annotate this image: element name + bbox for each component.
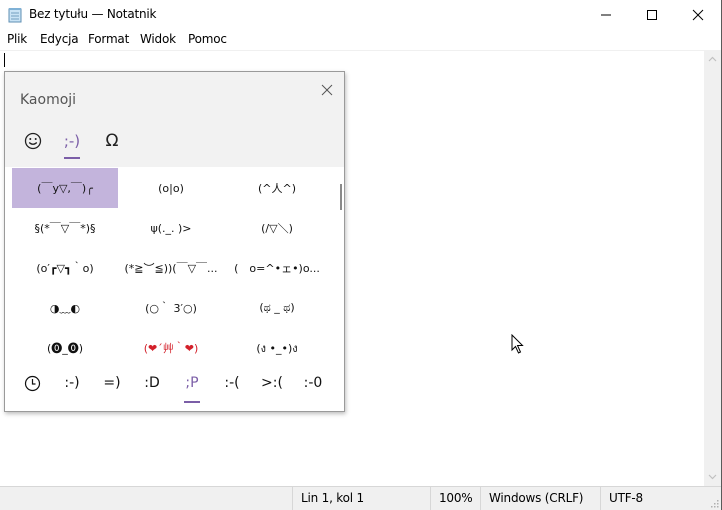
panel-close-button[interactable]: [317, 80, 337, 100]
subtab-surprised[interactable]: :-0: [295, 372, 331, 394]
kaomoji-item[interactable]: (⓿_⓿): [12, 328, 118, 368]
kaomoji-subcategory-bar: :-) =) :D ;P :-( >:( :-0: [5, 367, 344, 411]
tab-emoji[interactable]: [21, 128, 45, 158]
kaomoji-item[interactable]: (❤´艸｀❤): [118, 328, 224, 368]
kaomoji-item[interactable]: (*≧︶≦))(￣▽￣...: [118, 248, 224, 288]
maximize-button[interactable]: [629, 0, 675, 30]
kaomoji-item[interactable]: (○｀ 3′○): [118, 288, 224, 328]
menu-bar: Plik Edycja Format Widok Pomoc: [0, 30, 721, 50]
tab-symbols[interactable]: Ω: [100, 128, 124, 158]
notepad-app-icon: [8, 8, 22, 23]
smiley-icon: [24, 132, 42, 150]
menu-edit[interactable]: Edycja: [40, 32, 79, 46]
subtab-sad[interactable]: :-(: [214, 372, 250, 394]
subtab-recent[interactable]: [14, 372, 50, 394]
status-zoom: 100%: [430, 487, 480, 510]
mouse-pointer-icon: [511, 334, 524, 354]
panel-title: Kaomoji: [20, 92, 77, 108]
kaomoji-item[interactable]: (￣y▽,￣)╭: [12, 168, 118, 208]
scroll-up-icon[interactable]: [708, 56, 717, 62]
clock-icon: [24, 375, 40, 392]
status-line-ending: Windows (CRLF): [480, 487, 600, 510]
title-bar: Bez tytułu — Notatnik: [0, 0, 721, 30]
text-caret: [4, 53, 5, 67]
status-encoding: UTF-8: [600, 487, 704, 510]
kaomoji-item[interactable]: (o|o): [118, 168, 224, 208]
menu-view[interactable]: Widok: [140, 32, 176, 46]
tab-kaomoji[interactable]: ;-): [59, 128, 85, 158]
minimize-button[interactable]: [583, 0, 629, 30]
subtab-happy[interactable]: :-): [54, 372, 90, 394]
subtab-angry[interactable]: >:(: [254, 372, 290, 394]
menu-format[interactable]: Format: [88, 32, 129, 46]
subtab-wink-indicator: [184, 401, 200, 403]
kaomoji-item[interactable]: (o′┏▽┓｀o): [12, 248, 118, 288]
kaomoji-item[interactable]: (^人^): [224, 168, 330, 208]
subtab-laughing[interactable]: :D: [134, 372, 170, 394]
subtab-wink[interactable]: ;P: [174, 372, 210, 394]
tab-kaomoji-indicator: [64, 157, 80, 159]
minimize-icon: [601, 14, 611, 16]
kaomoji-grid: (￣y▽,￣)╭ (o|o) (^人^) §(*￣▽￣*)§ ψ(._. )> …: [5, 167, 344, 367]
close-button[interactable]: [675, 0, 721, 30]
status-position: Lin 1, kol 1: [292, 487, 430, 510]
kaomoji-item[interactable]: (ಥ _ ಥ): [224, 288, 330, 328]
scroll-down-icon[interactable]: [708, 474, 717, 480]
window-title: Bez tytułu — Notatnik: [29, 7, 157, 21]
kaomoji-item[interactable]: ◑﹏◐: [12, 288, 118, 328]
kaomoji-item[interactable]: (ง •_•)ง: [224, 328, 330, 368]
vertical-scrollbar[interactable]: [704, 50, 721, 486]
kaomoji-grid-scrollbar[interactable]: [340, 184, 342, 210]
kaomoji-item[interactable]: ( o=^•ェ•)o...: [224, 248, 330, 288]
close-icon: [692, 9, 704, 21]
maximize-icon: [647, 10, 657, 20]
kaomoji-item[interactable]: ψ(._. )>: [118, 208, 224, 248]
emoji-panel: Kaomoji ;-) Ω (￣y▽,￣)╭ (o|o) (^人^) §(*￣▽…: [4, 71, 345, 412]
kaomoji-item[interactable]: (/▽＼): [224, 208, 330, 248]
subtab-greeting[interactable]: =): [94, 372, 130, 394]
menu-file[interactable]: Plik: [7, 32, 27, 46]
close-icon: [321, 84, 333, 96]
resize-grip-icon[interactable]: [709, 498, 719, 508]
menu-help[interactable]: Pomoc: [188, 32, 227, 46]
status-bar: Lin 1, kol 1 100% Windows (CRLF) UTF-8: [0, 486, 721, 510]
kaomoji-item[interactable]: §(*￣▽￣*)§: [12, 208, 118, 248]
